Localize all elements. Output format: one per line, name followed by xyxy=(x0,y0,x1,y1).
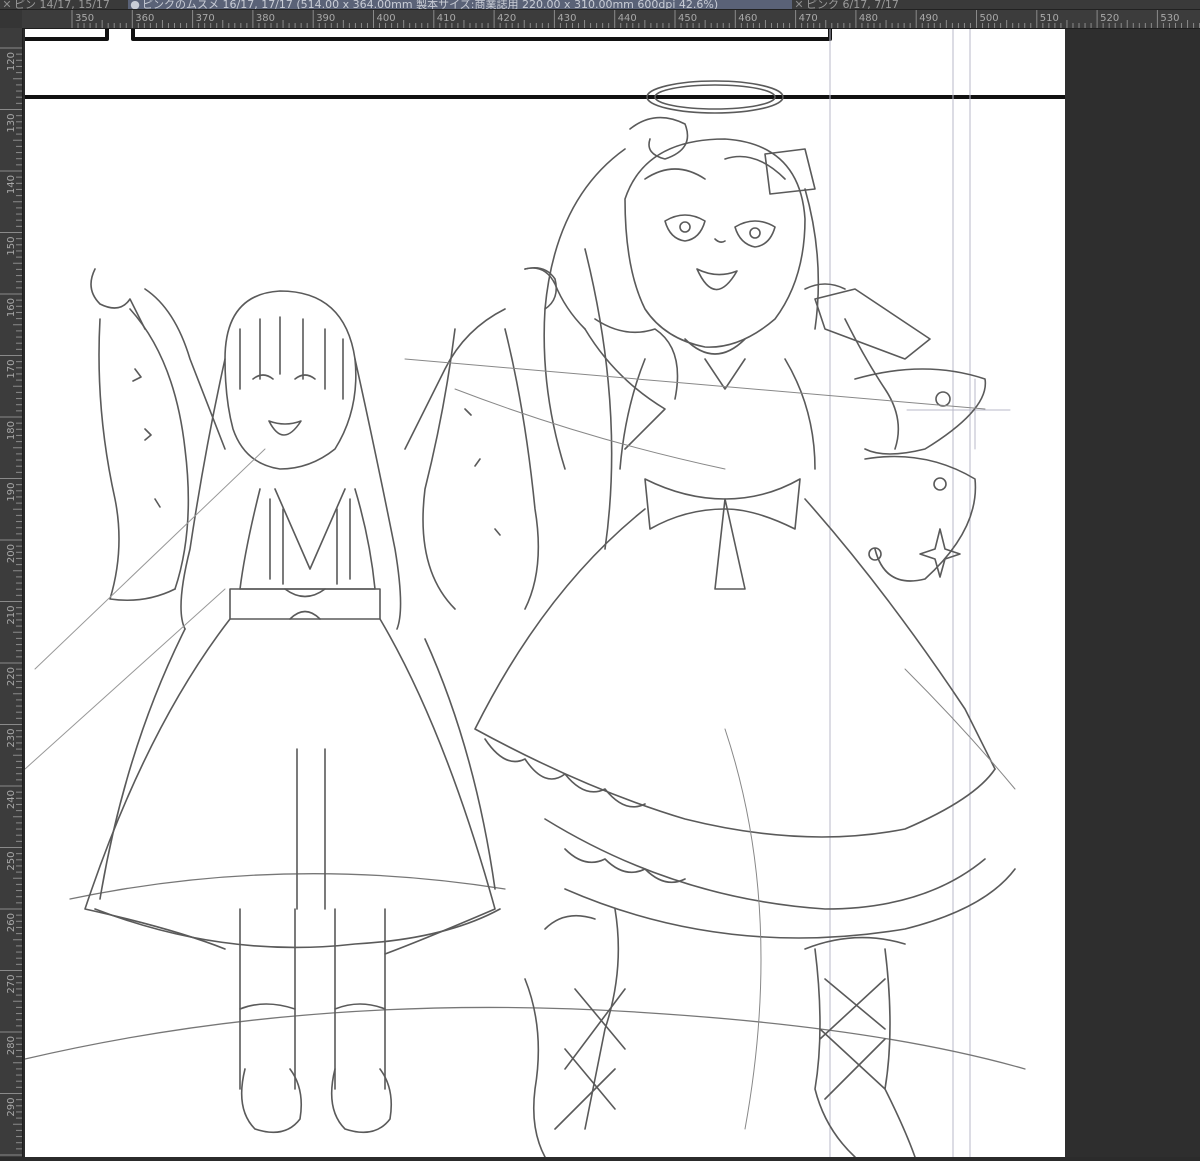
panel-borders xyxy=(23,27,1067,99)
ruler-tick-label: 180 xyxy=(6,421,17,440)
tab-document-3[interactable]: ✕ ピンク 6/17, 7/17 xyxy=(792,0,1200,9)
document-tab-bar: ✕ ピン 14/17, 15/17 ● ピンクのムスメ 16/17, 17/17… xyxy=(0,0,1200,10)
ruler-tick-label: 290 xyxy=(6,1098,17,1117)
pasteboard-area xyxy=(1065,29,1200,1157)
ruler-tick-label: 510 xyxy=(1040,13,1059,24)
ruler-tick-label: 270 xyxy=(6,975,17,994)
left-character-sketch xyxy=(84,266,558,1134)
ruler-tick-label: 380 xyxy=(256,13,275,24)
ruler-tick-label: 280 xyxy=(6,1036,17,1055)
ruler-tick-label: 240 xyxy=(6,790,17,809)
ruler-tick-label: 150 xyxy=(6,237,17,256)
right-character-sketch xyxy=(24,80,1016,1158)
horizontal-ruler-scale: 350 360 370 380 390 400 410 420 430 440 450 460 470 4… xyxy=(71,10,1200,28)
ruler-tick-label: 140 xyxy=(6,175,17,194)
ruler-tick-label: 470 xyxy=(799,13,818,24)
ruler-tick-label: 220 xyxy=(6,667,17,686)
vertical-ruler-scale: 120 130 140 150 160 170 180 190 200 210 220 230 240 2… xyxy=(0,47,22,1161)
ruler-tick-label: 120 xyxy=(6,52,17,71)
ruler-tick-label: 350 xyxy=(75,13,94,24)
tab-title: ピン 14/17, 15/17 xyxy=(14,0,110,9)
ruler-corner xyxy=(0,10,22,28)
sketch-artwork xyxy=(23,27,1067,1158)
close-tab-icon[interactable]: ✕ xyxy=(792,0,806,9)
ruler-tick-label: 430 xyxy=(557,13,576,24)
guide-lines xyxy=(829,28,1011,1158)
ruler-tick-label: 530 xyxy=(1160,13,1179,24)
tab-document-2[interactable]: ● ピンクのムスメ 16/17, 17/17 (514.00 x 364.00m… xyxy=(128,0,792,9)
ruler-tick-label: 450 xyxy=(678,13,697,24)
ruler-tick-label: 370 xyxy=(196,13,215,24)
drawing-canvas[interactable] xyxy=(23,27,1067,1158)
tab-title: ピンク 6/17, 7/17 xyxy=(806,0,899,9)
ruler-tick-label: 390 xyxy=(316,13,335,24)
ruler-tick-label: 400 xyxy=(377,13,396,24)
ruler-tick-label: 360 xyxy=(135,13,154,24)
tab-title: ピンクのムスメ 16/17, 17/17 (514.00 x 364.00mm … xyxy=(142,0,719,9)
close-tab-icon[interactable]: ✕ xyxy=(0,0,14,9)
ruler-tick-label: 490 xyxy=(919,13,938,24)
horizontal-ruler[interactable]: 350 360 370 380 390 400 410 420 430 440 450 460 470 4… xyxy=(22,10,1200,29)
vertical-ruler[interactable]: 120 130 140 150 160 170 180 190 200 210 220 230 240 2… xyxy=(0,28,23,1161)
ruler-tick-label: 250 xyxy=(6,852,17,871)
ruler-tick-label: 130 xyxy=(6,114,17,133)
ruler-tick-label: 210 xyxy=(6,606,17,625)
ruler-tick-label: 480 xyxy=(859,13,878,24)
ruler-tick-label: 460 xyxy=(738,13,757,24)
ruler-tick-label: 500 xyxy=(980,13,999,24)
ruler-tick-label: 420 xyxy=(497,13,516,24)
ruler-tick-label: 520 xyxy=(1100,13,1119,24)
ruler-tick-label: 440 xyxy=(618,13,637,24)
ruler-tick-label: 170 xyxy=(6,360,17,379)
ruler-tick-label: 200 xyxy=(6,544,17,563)
ruler-tick-label: 190 xyxy=(6,483,17,502)
unsaved-dot-icon: ● xyxy=(130,0,140,9)
ruler-tick-label: 260 xyxy=(6,913,17,932)
ruler-tick-label: 410 xyxy=(437,13,456,24)
ground-lines xyxy=(24,873,1026,1070)
ruler-tick-label: 160 xyxy=(6,298,17,317)
ruler-tick-label: 230 xyxy=(6,729,17,748)
tab-document-1[interactable]: ✕ ピン 14/17, 15/17 xyxy=(0,0,128,9)
